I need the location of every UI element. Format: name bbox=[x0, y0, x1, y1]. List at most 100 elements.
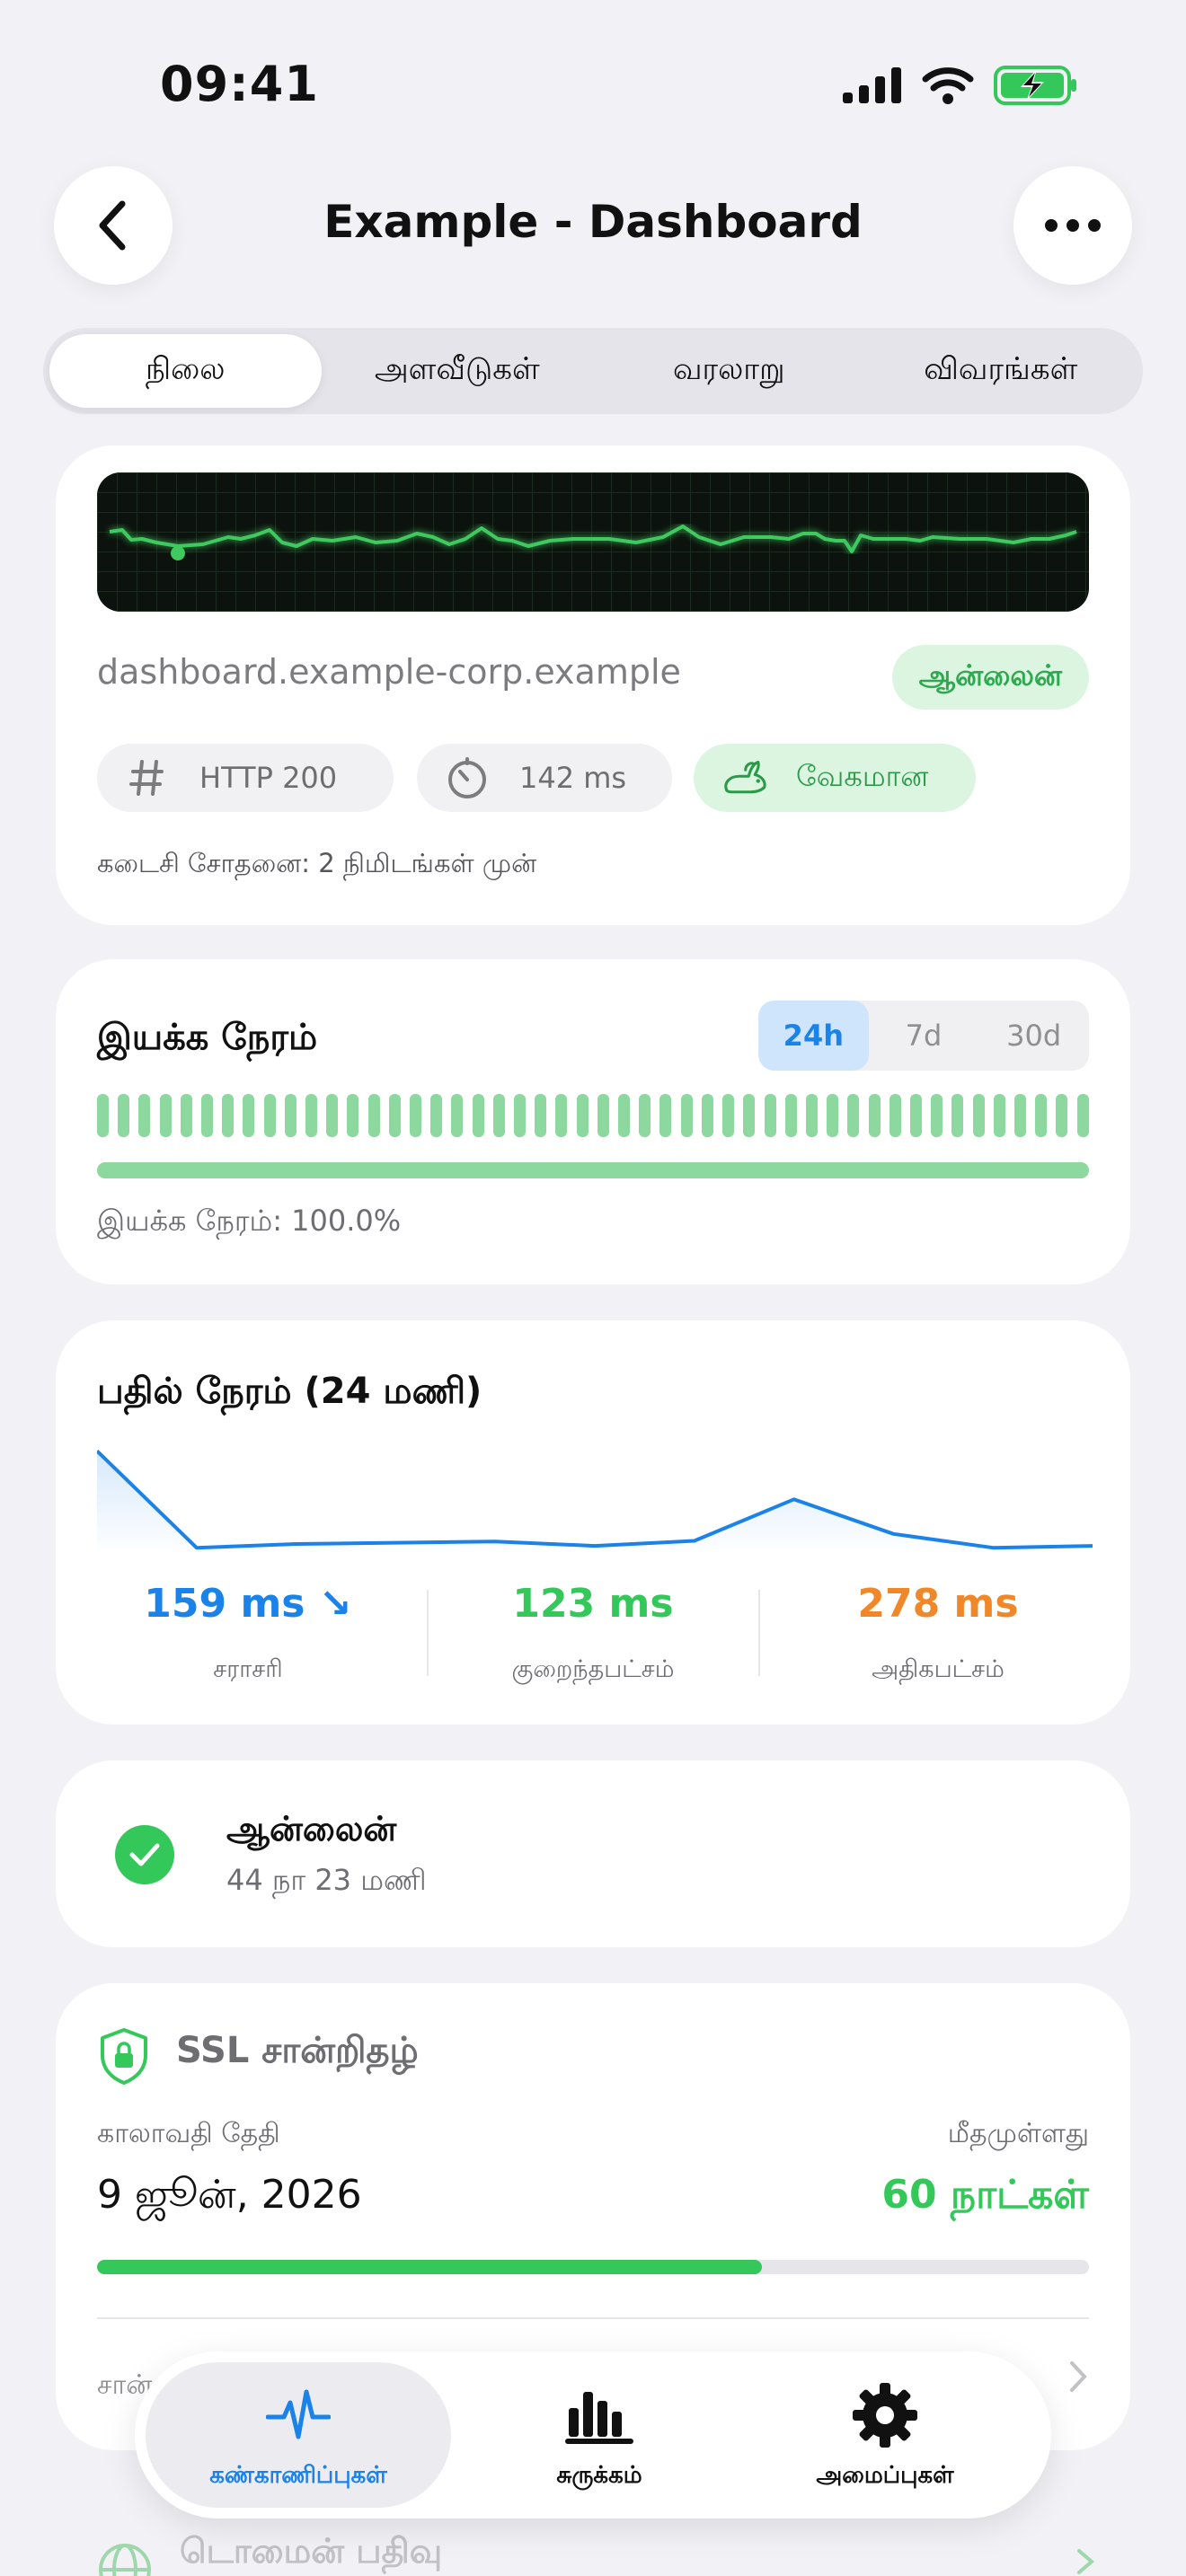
response-time-pill: 142 ms bbox=[417, 744, 672, 812]
tab-details[interactable]: விவரங்கள் bbox=[865, 334, 1137, 408]
uptime-bar-segment bbox=[784, 1094, 797, 1137]
chevron-right-icon[interactable] bbox=[1067, 2359, 1089, 2395]
globe-icon bbox=[99, 2544, 151, 2576]
stat-minimum: 123 ms குறைந்தபட்சம் bbox=[428, 1581, 758, 1687]
http-status-text: HTTP 200 bbox=[199, 761, 338, 795]
uptime-bar-segment bbox=[118, 1094, 130, 1137]
checkmark-icon bbox=[115, 1825, 174, 1884]
uptime-bar-segment bbox=[180, 1094, 192, 1137]
uptime-bar-segment bbox=[514, 1094, 527, 1137]
uptime-bar-segment bbox=[805, 1094, 818, 1137]
uptime-bar-segment bbox=[284, 1094, 296, 1137]
range-selector: 24h 7d 30d bbox=[758, 1001, 1089, 1071]
bar-chart-icon bbox=[565, 2391, 633, 2444]
uptime-bar-segment bbox=[201, 1094, 214, 1137]
status-badge: ஆன்லைன் bbox=[891, 645, 1089, 710]
range-24h[interactable]: 24h bbox=[758, 1001, 869, 1071]
stat-divider bbox=[758, 1590, 760, 1676]
uptime-bar-segment bbox=[659, 1094, 672, 1137]
uptime-bar-segment bbox=[305, 1094, 318, 1137]
uptime-bar-segment bbox=[222, 1094, 235, 1137]
range-7d[interactable]: 7d bbox=[869, 1001, 979, 1071]
ssl-validity-bar bbox=[97, 2260, 1089, 2274]
remaining-days: 60 நாட்கள் bbox=[881, 2172, 1089, 2218]
clock: 09:41 bbox=[160, 56, 319, 112]
remaining-label: மீதமுள்ளது bbox=[947, 2118, 1089, 2149]
uptime-bar-segment bbox=[326, 1094, 339, 1137]
online-duration: 44 நா 23 மணி bbox=[226, 1863, 427, 1897]
uptime-bar-segment bbox=[367, 1094, 380, 1137]
average-label: சராசரி bbox=[213, 1655, 283, 1683]
ellipsis-icon bbox=[1045, 219, 1101, 232]
more-options-button[interactable] bbox=[1013, 166, 1132, 285]
uptime-bar-segment bbox=[1013, 1094, 1026, 1137]
uptime-bar-segment bbox=[951, 1094, 964, 1137]
minimum-label: குறைந்தபட்சம் bbox=[511, 1655, 675, 1683]
last-check-text: கடைசி சோதனை: 2 நிமிடங்கள் முன் bbox=[97, 848, 537, 878]
uptime-bar-segment bbox=[909, 1094, 922, 1137]
uptime-bar-segment bbox=[555, 1094, 568, 1137]
uptime-bar-segment bbox=[410, 1094, 422, 1137]
bottom-tab-bar: கண்காணிப்புகள் சுருக்கம் அமைப்புகள் bbox=[135, 2351, 1051, 2519]
minimum-value: 123 ms bbox=[512, 1581, 674, 1627]
uptime-bar-segment bbox=[764, 1094, 776, 1137]
current-status-card: ஆன்லைன் 44 நா 23 மணி bbox=[56, 1760, 1130, 1947]
uptime-progress-bar bbox=[97, 1162, 1089, 1178]
uptime-bars bbox=[97, 1094, 1089, 1137]
timer-icon bbox=[442, 756, 492, 799]
range-30d[interactable]: 30d bbox=[978, 1001, 1089, 1071]
uptime-bar-segment bbox=[889, 1094, 901, 1137]
uptime-bar-segment bbox=[847, 1094, 860, 1137]
uptime-bar-segment bbox=[263, 1094, 276, 1137]
shield-lock-icon bbox=[101, 2028, 147, 2085]
uptime-bar-segment bbox=[1035, 1094, 1048, 1137]
uptime-bar-segment bbox=[1076, 1094, 1089, 1137]
uptime-percent-text: இயக்க நேரம்: 100.0% bbox=[97, 1204, 402, 1238]
monitor-summary-card: dashboard.example-corp.example ஆன்லைன் H… bbox=[56, 446, 1130, 925]
heartbeat-graph bbox=[97, 472, 1089, 612]
uptime-bar-segment bbox=[701, 1094, 713, 1137]
wifi-icon bbox=[922, 67, 974, 104]
rabbit-icon bbox=[719, 756, 769, 799]
tabbar-monitors[interactable]: கண்காணிப்புகள் bbox=[146, 2362, 451, 2508]
uptime-bar-segment bbox=[868, 1094, 881, 1137]
status-bar: 09:41 bbox=[0, 0, 1186, 171]
uptime-bar-segment bbox=[618, 1094, 631, 1137]
uptime-bar-segment bbox=[993, 1094, 1005, 1137]
status-icons bbox=[843, 65, 1078, 106]
uptime-bar-segment bbox=[827, 1094, 839, 1137]
uptime-bar-segment bbox=[159, 1094, 172, 1137]
expiry-label: காலாவதி தேதி bbox=[97, 2118, 280, 2149]
tabbar-settings[interactable]: அமைப்புகள் bbox=[764, 2362, 1006, 2508]
uptime-title: இயக்க நேரம் bbox=[97, 1017, 318, 1058]
response-time-title: பதில் நேரம் (24 மணி) bbox=[97, 1371, 482, 1412]
uptime-bar-segment bbox=[347, 1094, 359, 1137]
chevron-right-icon[interactable] bbox=[1075, 2547, 1096, 2576]
pulse-icon bbox=[266, 2389, 331, 2439]
gear-icon bbox=[853, 2382, 917, 2448]
ssl-validity-fill bbox=[97, 2260, 762, 2274]
section-tabs: நிலை அளவீடுகள் வரலாறு விவரங்கள் bbox=[43, 328, 1143, 414]
uptime-bar-segment bbox=[451, 1094, 464, 1137]
response-time-area bbox=[97, 1451, 1093, 1554]
tabbar-summary[interactable]: சுருக்கம் bbox=[487, 2362, 712, 2508]
tabbar-monitors-label: கண்காணிப்புகள் bbox=[209, 2461, 387, 2489]
tab-history[interactable]: வரலாறு bbox=[593, 334, 865, 408]
monitor-domain: dashboard.example-corp.example bbox=[97, 652, 681, 692]
response-time-chart bbox=[97, 1449, 1093, 1554]
cellular-signal-icon bbox=[843, 67, 901, 103]
uptime-bar-segment bbox=[138, 1094, 151, 1137]
tab-status[interactable]: நிலை bbox=[49, 334, 322, 408]
tab-metrics[interactable]: அளவீடுகள் bbox=[322, 334, 594, 408]
hash-icon bbox=[122, 758, 173, 798]
uptime-bar-segment bbox=[680, 1094, 693, 1137]
stat-average: 159 ms ↘ சராசரி bbox=[83, 1581, 413, 1687]
uptime-bar-segment bbox=[972, 1094, 985, 1137]
uptime-bar-segment bbox=[472, 1094, 484, 1137]
uptime-bar-segment bbox=[743, 1094, 756, 1137]
expiry-date: 9 ஜூன், 2026 bbox=[97, 2172, 362, 2218]
uptime-bar-segment bbox=[931, 1094, 943, 1137]
divider bbox=[97, 2317, 1089, 2319]
response-time-line bbox=[97, 1449, 1093, 1550]
uptime-bar-segment bbox=[492, 1094, 505, 1137]
